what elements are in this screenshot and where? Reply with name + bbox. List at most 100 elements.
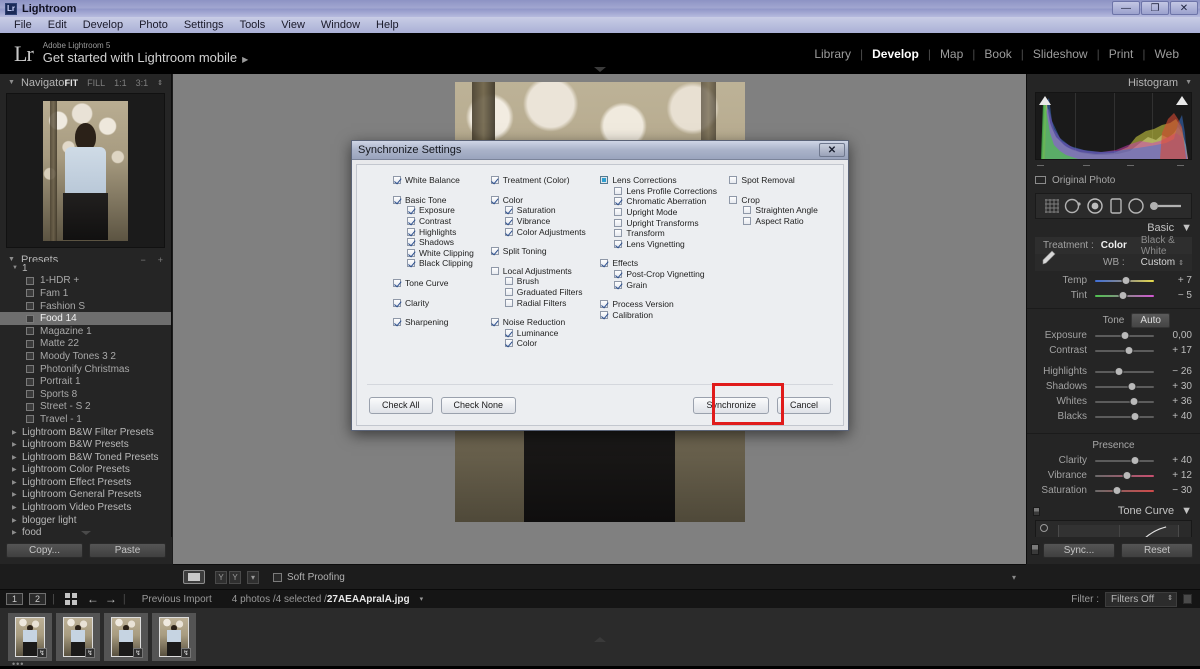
checkbox[interactable]	[504, 288, 513, 297]
toolbar-options-caret[interactable]: ▾	[1012, 573, 1016, 582]
slider-clarity[interactable]: Clarity + 40	[1035, 453, 1192, 468]
slider-temp[interactable]: Temp + 7	[1035, 273, 1192, 288]
sync-option-basic-tone[interactable]: Basic Tone	[393, 195, 491, 206]
chevron-down-icon[interactable]: ▼	[1185, 79, 1192, 86]
preset-item-travel-1[interactable]: Travel - 1	[0, 413, 171, 426]
checkbox[interactable]	[600, 310, 609, 319]
checkbox[interactable]	[614, 280, 623, 289]
screen-2-button[interactable]: 2	[29, 593, 46, 605]
slider-knob[interactable]	[1118, 291, 1128, 300]
menu-item-help[interactable]: Help	[368, 17, 407, 33]
checkbox[interactable]	[490, 176, 499, 185]
maximize-icon[interactable]: ❐	[1141, 1, 1169, 15]
slider-knob[interactable]	[1127, 382, 1137, 391]
slider-track[interactable]	[1095, 290, 1154, 301]
tone-curve-header[interactable]: Tone Curve ▼	[1027, 502, 1200, 520]
sync-option-black-clipping[interactable]: Black Clipping	[393, 258, 491, 269]
sync-option-lens-vignetting[interactable]: Lens Vignetting	[600, 239, 729, 250]
filmstrip-thumbnail[interactable]: ↯ •••	[8, 613, 52, 669]
filmstrip-thumbnail[interactable]: ↯	[152, 613, 196, 661]
sync-option-split-toning[interactable]: Split Toning	[490, 246, 601, 257]
menu-item-settings[interactable]: Settings	[176, 17, 232, 33]
slider-value[interactable]: + 40	[1162, 411, 1192, 422]
dialog-close-icon[interactable]: ✕	[819, 143, 845, 157]
navigator-mode-1-1[interactable]: 1:1	[114, 78, 127, 88]
preset-group-lightroom-color-presets[interactable]: ▶ Lightroom Color Presets	[0, 464, 171, 477]
checkbox[interactable]	[729, 176, 738, 185]
sync-option-local-adjustments[interactable]: Local Adjustments	[490, 266, 601, 277]
preset-item-matte-22[interactable]: Matte 22	[0, 338, 171, 351]
preset-item-fashion-s[interactable]: Fashion S	[0, 300, 171, 313]
left-panel-collapse-nub[interactable]	[81, 531, 91, 535]
before-icon[interactable]: Y	[215, 570, 227, 584]
before-after-icons[interactable]: Y Y ▾	[215, 570, 259, 584]
reset-button[interactable]: Reset	[1121, 543, 1193, 558]
slider-value[interactable]: + 36	[1162, 396, 1192, 407]
checkbox[interactable]	[407, 248, 415, 257]
slider-whites[interactable]: Whites + 36	[1035, 394, 1192, 409]
slider-value[interactable]: − 26	[1162, 366, 1192, 377]
preset-item-sports-8[interactable]: Sports 8	[0, 388, 171, 401]
module-slideshow[interactable]: Slideshow	[1024, 47, 1097, 61]
checkbox[interactable]	[600, 259, 609, 268]
after-icon[interactable]: Y	[229, 570, 241, 584]
red-eye-icon[interactable]	[1086, 197, 1104, 215]
module-print[interactable]: Print	[1100, 47, 1143, 61]
wb-value[interactable]: Custom	[1141, 257, 1175, 268]
checkbox[interactable]	[729, 195, 738, 204]
sync-option-graduated-filters[interactable]: Graduated Filters	[491, 287, 601, 298]
slider-highlights[interactable]: Highlights − 26	[1035, 364, 1192, 379]
checkbox[interactable]	[504, 277, 513, 286]
slider-blacks[interactable]: Blacks + 40	[1035, 409, 1192, 424]
checkbox[interactable]	[407, 217, 415, 226]
preset-item-fam-1[interactable]: Fam 1	[0, 287, 171, 300]
filter-lock-icon[interactable]	[1183, 594, 1192, 604]
sync-option-lens-corrections[interactable]: Lens Corrections	[600, 175, 729, 186]
filter-select[interactable]: Filters Off ⇕	[1105, 591, 1177, 607]
screen-1-button[interactable]: 1	[6, 593, 23, 605]
slider-track[interactable]	[1095, 366, 1154, 377]
preset-group-lightroom-general-presets[interactable]: ▶ Lightroom General Presets	[0, 489, 171, 502]
checkbox[interactable]	[614, 239, 623, 248]
module-map[interactable]: Map	[931, 47, 972, 61]
checkbox[interactable]	[504, 206, 513, 215]
slider-knob[interactable]	[1120, 331, 1129, 340]
slider-knob[interactable]	[1121, 276, 1131, 285]
slider-track[interactable]	[1095, 345, 1154, 356]
chevron-down-icon[interactable]: ▾	[247, 570, 259, 584]
preset-group-lightroom-video-presets[interactable]: ▶ Lightroom Video Presets	[0, 501, 171, 514]
develop-badge-icon[interactable]: ↯	[85, 648, 95, 658]
adjustment-brush-icon[interactable]	[1149, 199, 1183, 213]
checkbox[interactable]	[490, 266, 499, 275]
slider-track[interactable]	[1095, 411, 1154, 422]
menu-item-edit[interactable]: Edit	[40, 17, 75, 33]
checkbox[interactable]	[490, 318, 499, 327]
soft-proofing-checkbox[interactable]	[273, 572, 282, 582]
white-balance-eyedropper-icon[interactable]	[1040, 248, 1058, 266]
sync-option-saturation[interactable]: Saturation	[491, 205, 601, 216]
checkbox[interactable]	[407, 206, 415, 215]
tone-curve-switch-icon[interactable]	[1033, 507, 1040, 516]
close-icon[interactable]: ✕	[1170, 1, 1198, 15]
grid-view-icon[interactable]	[64, 593, 77, 605]
sync-option-contrast[interactable]: Contrast	[393, 216, 491, 227]
preset-group-lightroom-b-w-filter-presets[interactable]: ▶ Lightroom B&W Filter Presets	[0, 426, 171, 439]
sync-button[interactable]: Sync...	[1043, 543, 1115, 558]
checkbox[interactable]	[614, 208, 623, 217]
sync-option-treatment-color-[interactable]: Treatment (Color)	[490, 175, 601, 186]
shadow-clipping-icon[interactable]	[1039, 96, 1051, 105]
preset-item-portrait-1[interactable]: Portrait 1	[0, 375, 171, 388]
sync-option-chromatic-aberration[interactable]: Chromatic Aberration	[600, 196, 729, 207]
original-photo-toggle[interactable]: Original Photo	[1035, 173, 1192, 187]
slider-track[interactable]	[1095, 275, 1154, 286]
slider-saturation[interactable]: Saturation − 30	[1035, 483, 1192, 498]
radial-filter-icon[interactable]	[1127, 197, 1145, 215]
menu-item-file[interactable]: File	[6, 17, 40, 33]
slider-vibrance[interactable]: Vibrance + 12	[1035, 468, 1192, 483]
slider-knob[interactable]	[1112, 486, 1122, 495]
checkbox[interactable]	[614, 186, 623, 195]
checkbox[interactable]	[504, 217, 513, 226]
menu-item-window[interactable]: Window	[313, 17, 368, 33]
sync-option-post-crop-vignetting[interactable]: Post-Crop Vignetting	[600, 269, 729, 280]
preset-group-lightroom-effect-presets[interactable]: ▶ Lightroom Effect Presets	[0, 476, 171, 489]
